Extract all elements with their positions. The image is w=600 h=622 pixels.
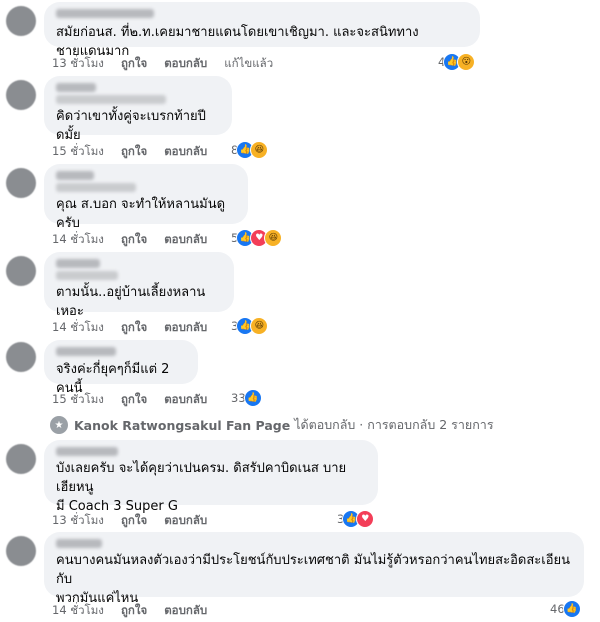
- commenter-name[interactable]: [56, 347, 116, 356]
- commenter-name[interactable]: [56, 171, 94, 180]
- comment-text: ตามนั้น..อยู่บ้านเลี้ยงหลานเหอะ: [56, 285, 206, 319]
- avatar[interactable]: [6, 536, 36, 566]
- commenter-name[interactable]: [56, 259, 100, 268]
- avatar[interactable]: [6, 6, 36, 36]
- commenter-name: [56, 95, 166, 104]
- comment-bubble: สมัยก่อนส. ที่๒.ท.เคยมาชายแดนโดยเขาเชิญม…: [44, 2, 480, 59]
- commenter-name[interactable]: [56, 9, 154, 18]
- reply-button[interactable]: ตอบกลับ: [164, 512, 207, 530]
- timestamp[interactable]: 14 ชั่วโมง: [52, 231, 104, 249]
- reaction-summary[interactable]: 33 👍: [231, 389, 262, 407]
- like-icon: 👍: [562, 600, 581, 618]
- reply-button[interactable]: ตอบกลับ: [164, 231, 207, 249]
- avatar: ★: [50, 416, 68, 434]
- comment-bubble: คุณ ส.บอก จะทำให้หลานมันดูครับ: [44, 164, 248, 231]
- like-button[interactable]: ถูกใจ: [121, 143, 147, 161]
- comment-text: บังเลยครับ จะได้คุยว่าเปนครม. ดิสรัปคาบิ…: [56, 461, 347, 514]
- comment-actions: 14 ชั่วโมง ถูกใจ ตอบกลับ: [52, 602, 207, 620]
- commenter-name[interactable]: [56, 539, 102, 548]
- view-replies-link[interactable]: ★ Kanok Ratwongsakul Fan Page ได้ตอบกลับ…: [50, 415, 494, 435]
- haha-icon: 😆: [264, 229, 283, 247]
- comment-text: คนบางคนมันหลงตัวเองว่ามีประโยชน์กับประเท…: [56, 553, 571, 606]
- like-button[interactable]: ถูกใจ: [121, 602, 147, 620]
- like-button[interactable]: ถูกใจ: [121, 319, 147, 337]
- reaction-summary[interactable]: 5 👍 ♥ 😆: [231, 229, 283, 247]
- like-button[interactable]: ถูกใจ: [121, 391, 147, 409]
- comment-actions: 13 ชั่วโมง ถูกใจ ตอบกลับ: [52, 512, 207, 530]
- comment-actions: 15 ชั่วโมง ถูกใจ ตอบกลับ: [52, 391, 207, 409]
- commenter-name: [56, 183, 136, 192]
- reaction-summary[interactable]: 3 👍 ♥: [337, 510, 375, 528]
- avatar[interactable]: [6, 256, 36, 286]
- edited-label: แก้ไขแล้ว: [224, 56, 274, 70]
- reaction-summary[interactable]: 3 👍 😆: [231, 317, 269, 335]
- avatar[interactable]: [6, 444, 36, 474]
- commenter-name[interactable]: [56, 83, 96, 92]
- timestamp[interactable]: 15 ชั่วโมง: [52, 391, 104, 409]
- reaction-summary[interactable]: 4 👍 😮: [438, 53, 476, 71]
- avatar[interactable]: [6, 80, 36, 110]
- like-button[interactable]: ถูกใจ: [121, 512, 147, 530]
- commenter-name[interactable]: [56, 447, 118, 456]
- avatar[interactable]: [6, 342, 36, 372]
- like-icon: 👍: [243, 389, 262, 407]
- timestamp[interactable]: 14 ชั่วโมง: [52, 319, 104, 337]
- timestamp[interactable]: 13 ชั่วโมง: [52, 512, 104, 530]
- reply-summary-text: ได้ตอบกลับ · การตอบกลับ 2 รายการ: [294, 417, 494, 432]
- reaction-summary[interactable]: 46 👍: [550, 600, 581, 618]
- timestamp[interactable]: 15 ชั่วโมง: [52, 143, 104, 161]
- comment-bubble: จริงค่ะกี่ยุคๆก็มีแต่ 2 คนนี้: [44, 340, 198, 396]
- reply-button[interactable]: ตอบกลับ: [164, 55, 207, 73]
- comment-actions: 13 ชั่วโมง ถูกใจ ตอบกลับ แก้ไขแล้ว: [52, 55, 273, 73]
- timestamp[interactable]: 13 ชั่วโมง: [52, 55, 104, 73]
- reply-button[interactable]: ตอบกลับ: [164, 319, 207, 337]
- comment-actions: 15 ชั่วโมง ถูกใจ ตอบกลับ: [52, 143, 207, 161]
- comment-text: คิดว่าเขาทั้งคู่จะเบรกท้ายปีดมั้ย: [56, 109, 206, 143]
- comment-actions: 14 ชั่วโมง ถูกใจ ตอบกลับ: [52, 231, 207, 249]
- comment-bubble: บังเลยครับ จะได้คุยว่าเปนครม. ดิสรัปคาบิ…: [44, 440, 378, 514]
- comment-text: คุณ ส.บอก จะทำให้หลานมันดูครับ: [56, 197, 226, 231]
- wow-icon: 😮: [457, 53, 476, 71]
- love-icon: ♥: [356, 510, 375, 528]
- commenter-name: [56, 271, 118, 280]
- comment-bubble: คิดว่าเขาทั้งคู่จะเบรกท้ายปีดมั้ย: [44, 76, 232, 143]
- reaction-summary[interactable]: 8 👍 😆: [231, 141, 269, 159]
- reply-button[interactable]: ตอบกลับ: [164, 391, 207, 409]
- reply-button[interactable]: ตอบกลับ: [164, 143, 207, 161]
- timestamp[interactable]: 14 ชั่วโมง: [52, 602, 104, 620]
- haha-icon: 😆: [250, 141, 269, 159]
- like-button[interactable]: ถูกใจ: [121, 231, 147, 249]
- comment-actions: 14 ชั่วโมง ถูกใจ ตอบกลับ: [52, 319, 207, 337]
- like-button[interactable]: ถูกใจ: [121, 55, 147, 73]
- avatar[interactable]: [6, 168, 36, 198]
- comment-bubble: คนบางคนมันหลงตัวเองว่ามีประโยชน์กับประเท…: [44, 532, 584, 606]
- comment-bubble: ตามนั้น..อยู่บ้านเลี้ยงหลานเหอะ: [44, 252, 234, 319]
- reply-author[interactable]: Kanok Ratwongsakul Fan Page: [74, 418, 290, 433]
- reply-button[interactable]: ตอบกลับ: [164, 602, 207, 620]
- haha-icon: 😆: [250, 317, 269, 335]
